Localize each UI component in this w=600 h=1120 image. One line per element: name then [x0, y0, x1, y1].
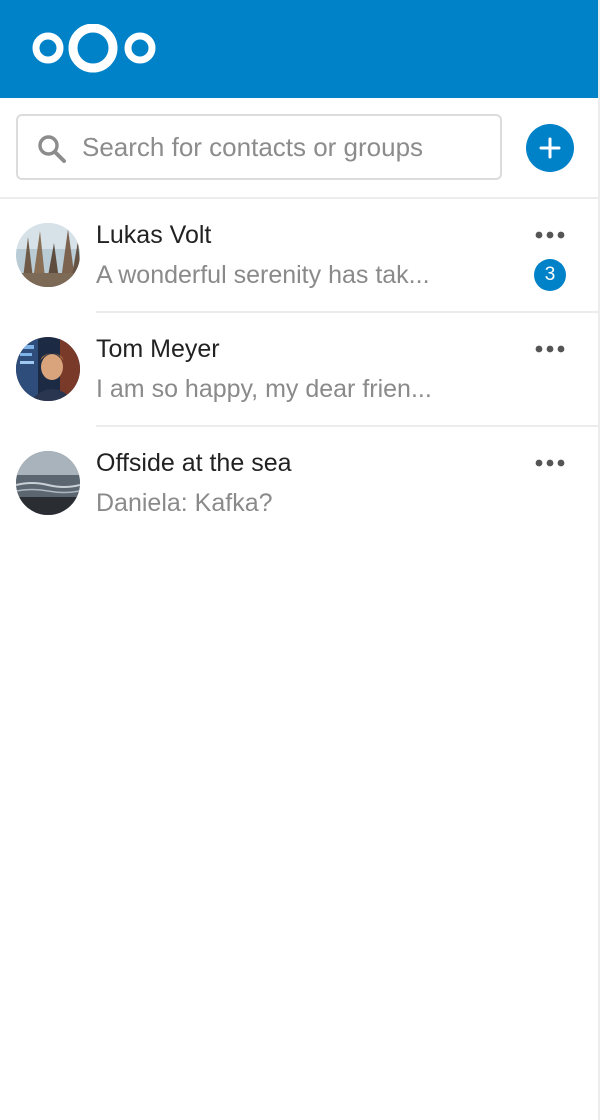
avatar	[16, 337, 80, 401]
more-options-icon[interactable]	[534, 223, 568, 247]
search-bar	[0, 98, 598, 199]
unread-counter-badge: 3	[534, 259, 566, 291]
search-field[interactable]	[16, 114, 502, 180]
search-icon	[38, 135, 66, 163]
avatar	[16, 451, 80, 515]
talk-app: Lukas Volt A wonderful serenity has tak.…	[0, 0, 600, 1120]
last-message-preview: I am so happy, my dear frien...	[96, 375, 432, 403]
app-header	[0, 0, 598, 98]
avatar	[16, 223, 80, 287]
conversation-name: Tom Meyer	[96, 335, 220, 363]
portrait-photo-icon	[16, 337, 80, 401]
conversation-list: Lukas Volt A wonderful serenity has tak.…	[0, 199, 598, 541]
sea-photo-icon	[16, 451, 80, 515]
conversation-name: Offside at the sea	[96, 449, 292, 477]
nextcloud-logo-icon[interactable]	[30, 24, 162, 78]
search-input[interactable]	[82, 116, 492, 178]
conversation-item[interactable]: Lukas Volt A wonderful serenity has tak.…	[0, 199, 598, 313]
plus-icon	[539, 137, 561, 159]
conversation-item[interactable]: Tom Meyer I am so happy, my dear frien..…	[0, 313, 598, 427]
more-options-icon[interactable]	[534, 337, 568, 361]
more-options-icon[interactable]	[534, 451, 568, 475]
new-conversation-button[interactable]	[526, 124, 574, 172]
conversation-name: Lukas Volt	[96, 221, 212, 249]
last-message-preview: A wonderful serenity has tak...	[96, 261, 430, 289]
forest-photo-icon	[16, 223, 80, 287]
last-message-preview: Daniela: Kafka?	[96, 489, 273, 517]
conversation-item[interactable]: Offside at the sea Daniela: Kafka?	[0, 427, 598, 541]
